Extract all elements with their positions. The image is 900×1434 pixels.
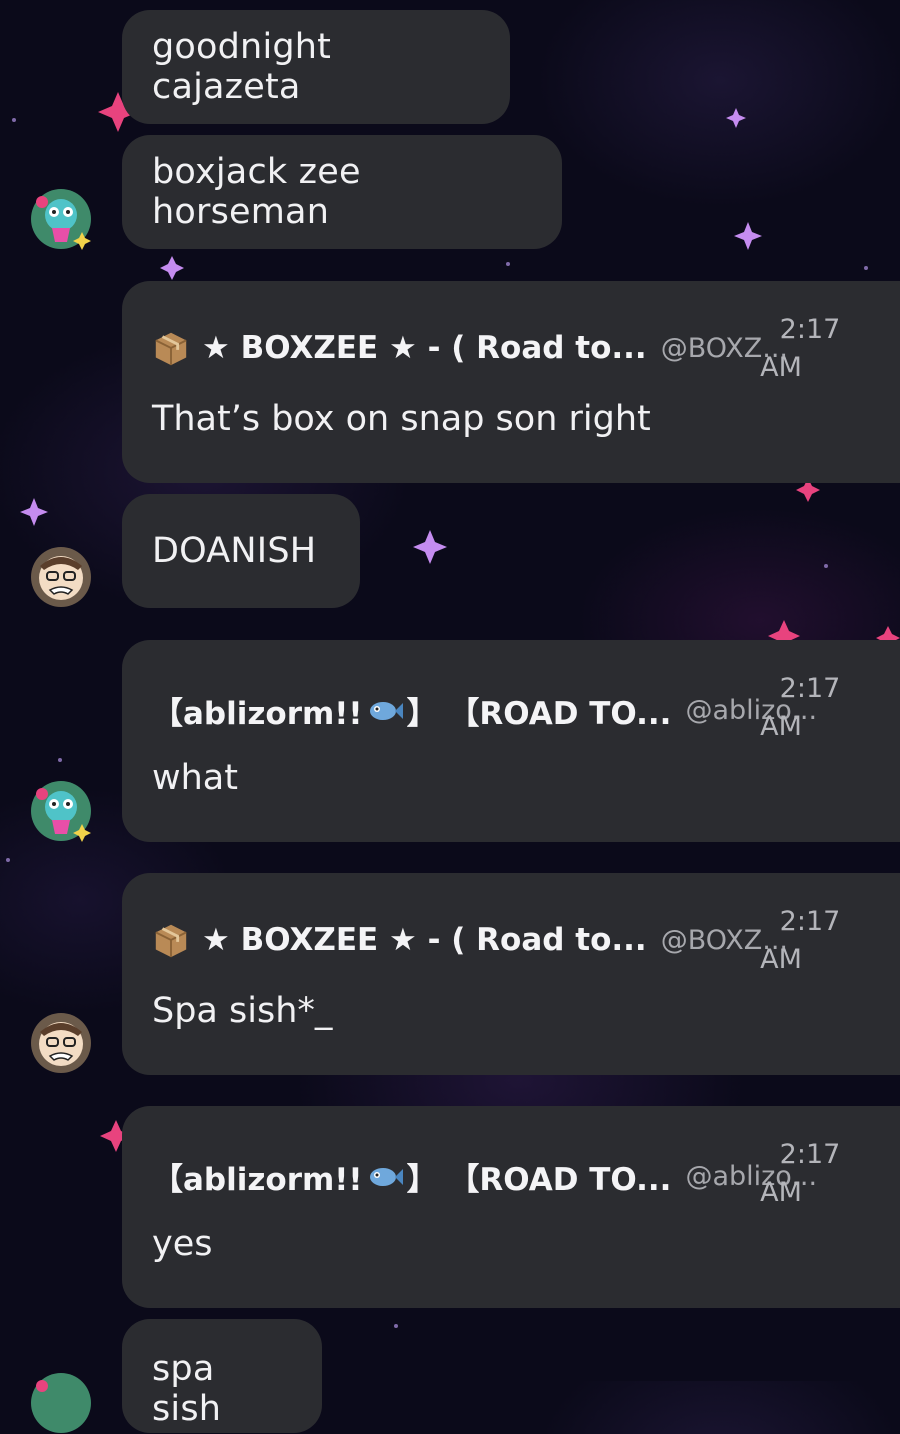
message-timestamp: 2:17 AM [760,1139,841,1208]
avatar-image [31,1373,91,1433]
package-icon [155,332,187,366]
avatar-image [31,781,91,842]
message-bubble[interactable]: goodnight cajazeta [122,10,510,124]
message-text: yes [152,1224,213,1264]
user-avatar-boxzee[interactable] [30,1012,92,1074]
sender-name-part[interactable]: 【ablizorm!! [152,1154,363,1199]
message-bubble-with-header[interactable]: ★ BOXZEE ★ - ( Road to... @BOXZ... 2:17 … [122,873,900,1075]
message-bubble-with-header[interactable]: 【ablizorm!! 】 【ROAD TO... @ablizo... 2:1… [122,640,900,842]
user-avatar-ablizorm[interactable] [30,188,92,250]
avatar-image [31,189,91,250]
message-bubble-with-header[interactable]: ★ BOXZEE ★ - ( Road to... @BOXZ... 2:17 … [122,281,900,483]
user-avatar-boxzee[interactable] [30,546,92,608]
sender-name-part[interactable]: 】 【ROAD TO... [407,688,672,733]
user-avatar-ablizorm[interactable] [30,780,92,842]
message-text: That’s box on snap son right [152,399,651,439]
message-bubble[interactable]: boxjack zee horseman [122,135,562,249]
sender-name-part[interactable]: 【ablizorm!! [152,688,363,733]
message-text: DOANISH [152,531,317,571]
message-bubble-with-header[interactable]: 【ablizorm!! 】 【ROAD TO... @ablizo... 2:1… [122,1106,900,1308]
message-bubble[interactable]: DOANISH [122,494,360,608]
message-timestamp: 2:17 AM [760,673,841,742]
message-timestamp: 2:17 AM [760,314,841,383]
avatar-image [31,1013,91,1073]
message-bubble[interactable]: spa sish [122,1319,322,1433]
message-text: spa sish [152,1349,222,1429]
sender-name[interactable]: ★ BOXZEE ★ - ( Road to... [202,922,647,958]
sender-name-part[interactable]: 】 【ROAD TO... [407,1154,672,1199]
fish-icon [369,701,403,720]
message-header: ★ BOXZEE ★ - ( Road to... @BOXZ... [152,921,788,959]
package-icon [155,924,187,958]
message-text: Spa sish*_ [152,991,333,1031]
message-text: what [152,758,238,798]
user-avatar-ablizorm[interactable] [30,1372,92,1434]
fish-icon [369,1167,403,1186]
avatar-image [31,547,91,607]
message-header: ★ BOXZEE ★ - ( Road to... @BOXZ... [152,329,788,367]
message-text: goodnight cajazeta [152,27,332,107]
sender-name[interactable]: ★ BOXZEE ★ - ( Road to... [202,330,647,366]
message-timestamp: 2:17 AM [760,906,841,975]
message-text: boxjack zee horseman [152,152,361,232]
